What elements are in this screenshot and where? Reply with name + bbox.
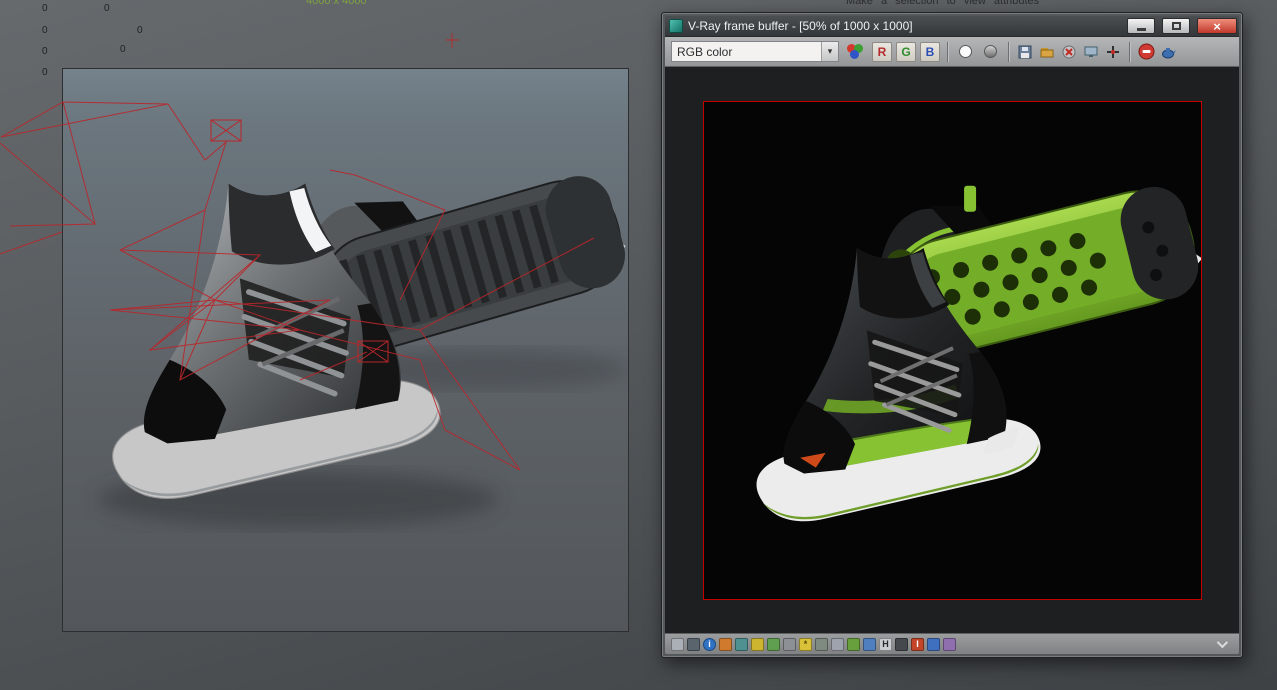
blue-channel-button[interactable]: B: [920, 42, 940, 62]
close-button[interactable]: ×: [1197, 18, 1237, 34]
save-image-button[interactable]: [1016, 43, 1034, 61]
hud-value: 0: [42, 46, 48, 57]
selection-hint-label: Make a selection to view attributes: [846, 0, 1039, 7]
full-view-icon[interactable]: [671, 638, 684, 651]
hud-value: 0: [42, 3, 48, 14]
rendered-image[interactable]: [703, 101, 1202, 600]
minimize-icon: [1137, 28, 1146, 31]
toolbar-separator: [947, 42, 948, 62]
render-scene: [704, 102, 1201, 599]
hud-value: 0: [104, 3, 110, 14]
exposure-icon[interactable]: [895, 638, 908, 651]
window-title: V-Ray frame buffer - [50% of 1000 x 1000…: [688, 19, 1120, 33]
chevron-down-icon[interactable]: ▾: [821, 42, 838, 61]
viewport-scene: [63, 69, 630, 633]
toolbar-separator: [1129, 42, 1130, 62]
srgb-icon[interactable]: [863, 638, 876, 651]
monitor-icon: [1083, 44, 1099, 60]
stop-icon: [1138, 43, 1155, 60]
minimize-button[interactable]: [1127, 18, 1155, 34]
test-resolution-icon[interactable]: [719, 638, 732, 651]
vray-frame-buffer-window: V-Ray frame buffer - [50% of 1000 x 1000…: [661, 12, 1243, 658]
maya-viewport[interactable]: [62, 68, 629, 632]
desktop: 0 0 0 0 0 0 0 0 4000 x 4000 Make a selec…: [0, 0, 1277, 690]
pixel-aspect-icon[interactable]: [735, 638, 748, 651]
hud-value: 0: [120, 44, 126, 55]
compare-ab-icon[interactable]: [687, 638, 700, 651]
load-image-button[interactable]: [1038, 43, 1056, 61]
hud-value: 0: [42, 67, 48, 78]
info-icon[interactable]: i: [703, 638, 716, 651]
hud-value: 0: [42, 25, 48, 36]
window-titlebar[interactable]: V-Ray frame buffer - [50% of 1000 x 1000…: [665, 16, 1239, 37]
close-icon: ×: [1213, 20, 1221, 33]
track-mouse-button[interactable]: [1104, 43, 1122, 61]
vfb-toolbar: RGB color ▾ R G B: [665, 37, 1239, 67]
display-correction-icon[interactable]: [831, 638, 844, 651]
pan-zoom-icon[interactable]: [783, 638, 796, 651]
red-channel-button[interactable]: R: [872, 42, 892, 62]
duplicate-buffer-button[interactable]: [1082, 43, 1100, 61]
clear-icon: [1061, 44, 1077, 60]
toolbar-separator: [1008, 42, 1009, 62]
alpha-channel-button[interactable]: [959, 45, 972, 58]
lut-icon[interactable]: *: [799, 638, 812, 651]
render-last-button[interactable]: [1159, 43, 1177, 61]
vray-logo-icon: [669, 19, 683, 33]
white-balance-icon[interactable]: [927, 638, 940, 651]
hud-value: 0: [137, 25, 143, 36]
color-clamp-icon[interactable]: [751, 638, 764, 651]
monochrome-channel-button[interactable]: [984, 45, 997, 58]
maximize-button[interactable]: [1162, 18, 1190, 34]
blue-dot-icon: [850, 50, 859, 59]
intensity-icon[interactable]: I: [911, 638, 924, 651]
channel-dropdown[interactable]: RGB color ▾: [671, 41, 839, 62]
crosshair-icon: [1105, 44, 1121, 60]
vfb-bottom-toolbar: i * H I: [665, 633, 1239, 654]
clear-image-button[interactable]: [1060, 43, 1078, 61]
color-corrections-icon[interactable]: [943, 638, 956, 651]
teapot-icon: [1160, 44, 1177, 60]
view-clamped-icon[interactable]: [767, 638, 780, 651]
stop-render-button[interactable]: [1137, 43, 1155, 61]
histogram-icon[interactable]: H: [879, 638, 892, 651]
corrections-panel-chevron-icon[interactable]: [1217, 637, 1228, 648]
green-channel-button[interactable]: G: [896, 42, 916, 62]
channel-dropdown-value: RGB color: [672, 45, 821, 59]
render-view-area: [665, 67, 1239, 633]
color-channels-icon[interactable]: [846, 43, 865, 60]
folder-open-icon: [1039, 44, 1055, 60]
maximize-icon: [1172, 22, 1181, 30]
icc-profile-icon[interactable]: [815, 638, 828, 651]
floppy-disk-icon: [1017, 44, 1033, 60]
render-resolution-label: 4000 x 4000: [306, 0, 367, 7]
background-toggle-icon[interactable]: [847, 638, 860, 651]
